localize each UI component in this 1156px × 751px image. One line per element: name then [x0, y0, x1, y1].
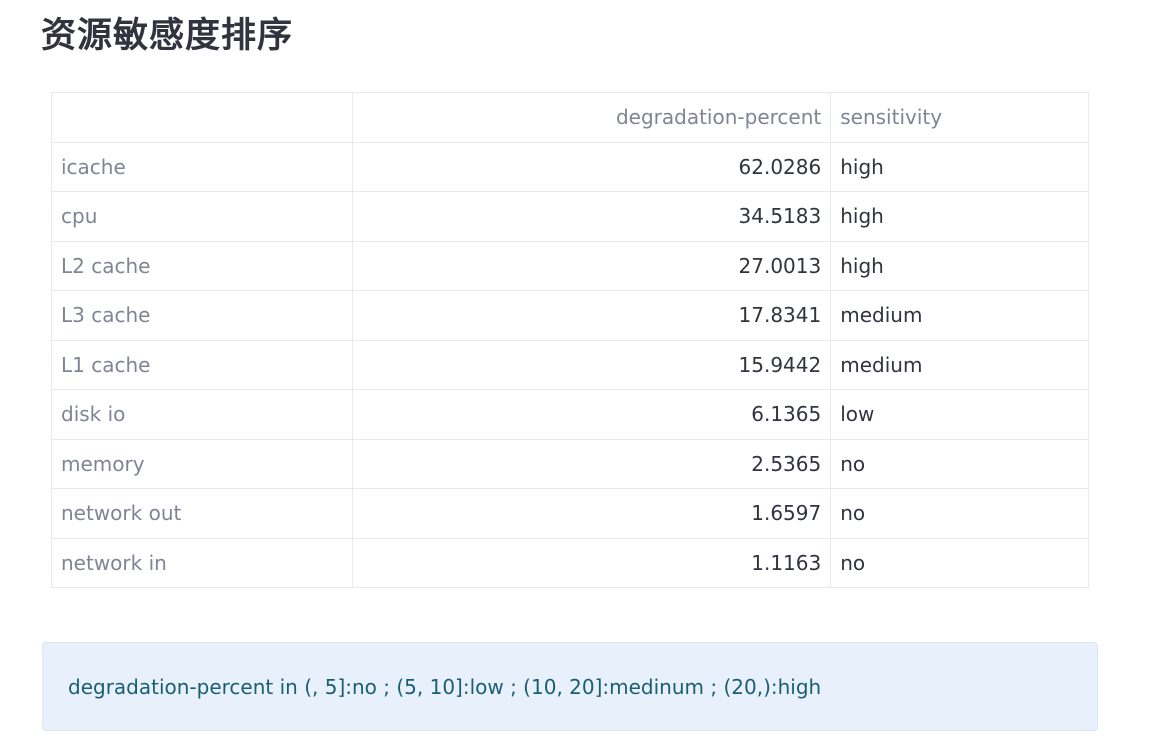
degradation-percent-cell: 1.6597	[351, 488, 832, 539]
row-label: L2 cache	[51, 240, 353, 291]
table-row: icache 62.0286 high	[51, 141, 1089, 192]
sensitivity-cell: low	[830, 389, 1089, 440]
sensitivity-cell: medium	[830, 290, 1089, 341]
row-label: network in	[51, 537, 353, 588]
degradation-percent-cell: 62.0286	[351, 141, 832, 192]
sensitivity-cell: no	[830, 488, 1089, 539]
sensitivity-cell: high	[830, 141, 1089, 192]
row-label: cpu	[51, 191, 353, 242]
degradation-percent-cell: 34.5183	[351, 191, 832, 242]
table-row: L2 cache 27.0013 high	[51, 240, 1089, 291]
sensitivity-cell: high	[830, 240, 1089, 291]
table-row: cpu 34.5183 high	[51, 191, 1089, 242]
header-index[interactable]	[51, 92, 353, 143]
row-label: L3 cache	[51, 290, 353, 341]
page-title: 资源敏感度排序	[41, 16, 294, 56]
sensitivity-cell: medium	[830, 339, 1089, 390]
table-row: L3 cache 17.8341 medium	[51, 290, 1089, 341]
degradation-percent-cell: 17.8341	[351, 290, 832, 341]
table-row: disk io 6.1365 low	[51, 389, 1089, 440]
row-label: L1 cache	[51, 339, 353, 390]
sensitivity-cell: no	[830, 537, 1089, 588]
row-label: disk io	[51, 389, 353, 440]
sensitivity-table-container: degradation-percent sensitivity icache 6…	[51, 92, 1089, 588]
info-callout: degradation-percent in (, 5]:no ; (5, 10…	[42, 642, 1098, 731]
degradation-percent-cell: 15.9442	[351, 339, 832, 390]
sensitivity-cell: high	[830, 191, 1089, 242]
table-row: network in 1.1163 no	[51, 537, 1089, 588]
header-degradation-percent[interactable]: degradation-percent	[351, 92, 832, 143]
table-row: network out 1.6597 no	[51, 488, 1089, 539]
table-header-row: degradation-percent sensitivity	[51, 92, 1089, 143]
degradation-percent-cell: 1.1163	[351, 537, 832, 588]
sensitivity-table: degradation-percent sensitivity icache 6…	[51, 92, 1089, 588]
header-sensitivity[interactable]: sensitivity	[830, 92, 1089, 143]
info-callout-text: degradation-percent in (, 5]:no ; (5, 10…	[68, 674, 822, 699]
table-row: memory 2.5365 no	[51, 438, 1089, 489]
row-label: memory	[51, 438, 353, 489]
degradation-percent-cell: 6.1365	[351, 389, 832, 440]
table-row: L1 cache 15.9442 medium	[51, 339, 1089, 390]
degradation-percent-cell: 27.0013	[351, 240, 832, 291]
row-label: network out	[51, 488, 353, 539]
page: 资源敏感度排序 degradation-percent sensitivity …	[0, 0, 1156, 751]
sensitivity-cell: no	[830, 438, 1089, 489]
row-label: icache	[51, 141, 353, 192]
degradation-percent-cell: 2.5365	[351, 438, 832, 489]
